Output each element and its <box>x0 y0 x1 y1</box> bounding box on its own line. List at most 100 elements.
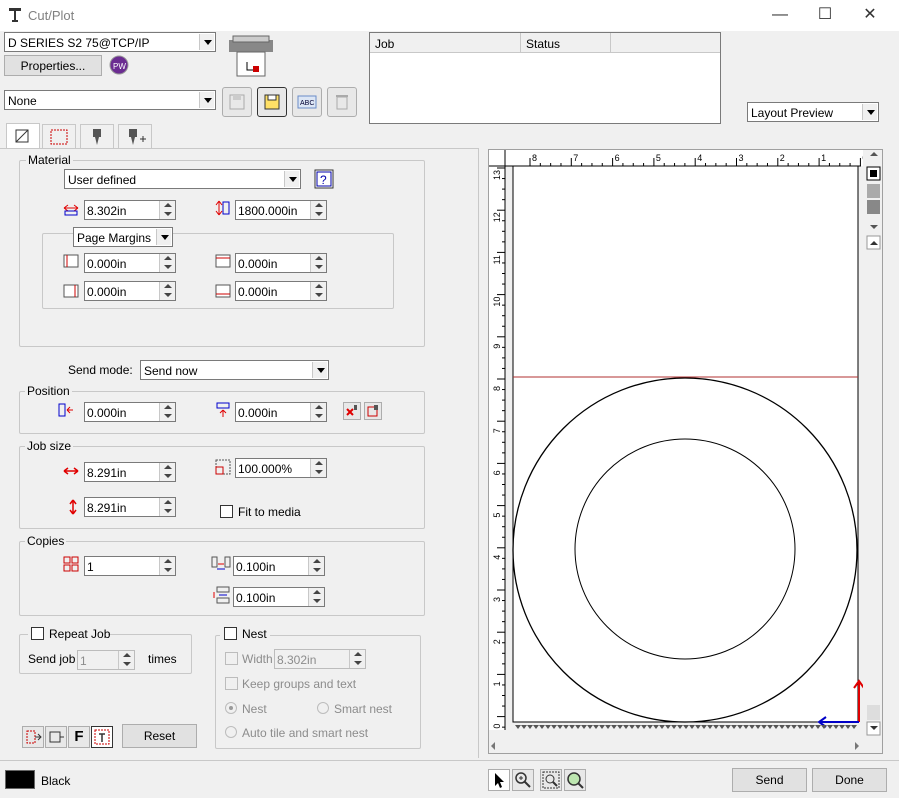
options-icon[interactable] <box>91 726 113 748</box>
tab-tool[interactable] <box>80 124 114 148</box>
maximize-button[interactable]: ☐ <box>803 4 847 26</box>
nest-width-input[interactable]: 8.302in <box>274 649 366 669</box>
material-label: Material <box>26 153 73 167</box>
job-width-input[interactable]: 8.291in <box>84 462 176 482</box>
production-manager-icon[interactable]: PW <box>109 55 129 75</box>
auto-tile-radio[interactable] <box>225 726 237 738</box>
spin-buttons[interactable] <box>310 254 326 272</box>
position-y-input[interactable]: 0.000in <box>235 402 327 422</box>
reset-button[interactable]: Reset <box>122 724 197 748</box>
nest-checkbox[interactable] <box>224 627 237 640</box>
column-header-job[interactable]: Job <box>375 37 394 51</box>
copies-input[interactable]: 1 <box>84 556 176 576</box>
material-help-icon[interactable]: ? <box>314 169 334 189</box>
spin-buttons[interactable] <box>310 403 326 421</box>
nest-radio[interactable] <box>225 702 237 714</box>
margin-right-value: 0.000in <box>87 285 127 299</box>
spin-buttons[interactable] <box>308 557 324 575</box>
smart-nest-radio[interactable] <box>317 702 329 714</box>
spin-buttons[interactable] <box>159 201 175 219</box>
spin-buttons[interactable] <box>159 498 175 516</box>
margin-right-input[interactable]: 0.000in <box>84 281 176 301</box>
device-select[interactable]: D SERIES S2 75@TCP/IP <box>4 32 216 52</box>
zoom-page-icon[interactable] <box>564 769 586 791</box>
zoom-in-icon[interactable] <box>512 769 534 791</box>
send-mode-select[interactable]: Send now <box>140 360 329 380</box>
save-as-icon[interactable] <box>257 87 287 117</box>
position-x-input[interactable]: 0.000in <box>84 402 176 422</box>
job-table[interactable]: Job Status <box>369 32 721 124</box>
feed-mark <box>659 725 665 729</box>
weed-border-icon[interactable] <box>22 726 44 748</box>
scale-value: 100.000% <box>238 462 293 476</box>
spin-buttons[interactable] <box>310 201 326 219</box>
copies-icon <box>62 555 80 573</box>
device-select-value: D SERIES S2 75@TCP/IP <box>8 36 150 50</box>
close-button[interactable]: ✕ <box>848 4 892 26</box>
margin-bottom-value: 0.000in <box>238 285 278 299</box>
feed-mark <box>737 725 743 729</box>
send-button[interactable]: Send <box>732 768 807 792</box>
spin-buttons[interactable] <box>159 282 175 300</box>
h-ruler-label: 7 <box>573 153 578 163</box>
repeat-job-checkbox[interactable] <box>31 627 44 640</box>
margins-select[interactable]: Page Margins <box>73 227 173 247</box>
column-header-status[interactable]: Status <box>526 37 560 51</box>
feed-mark <box>803 725 809 729</box>
media-width-input[interactable]: 8.302in <box>84 200 176 220</box>
delete-icon[interactable] <box>327 87 357 117</box>
spin-buttons[interactable] <box>118 651 134 669</box>
tab-general[interactable] <box>6 123 40 149</box>
tab-page[interactable] <box>42 124 76 148</box>
spin-buttons[interactable] <box>159 254 175 272</box>
v-ruler-label: 7 <box>492 428 502 433</box>
fit-to-media-checkbox[interactable] <box>220 505 233 518</box>
feed-mark <box>515 725 521 729</box>
v-ruler-label: 9 <box>492 344 502 349</box>
h-ruler-label: 5 <box>656 153 661 163</box>
margin-bottom-input[interactable]: 0.000in <box>235 281 327 301</box>
save-icon[interactable] <box>222 87 252 117</box>
tab-tool-advanced[interactable] <box>118 124 152 148</box>
spin-buttons[interactable] <box>310 459 326 477</box>
select-tool-icon[interactable] <box>488 769 510 791</box>
vertical-spacing-input[interactable]: 0.100in <box>233 587 325 607</box>
view-select[interactable]: Layout Preview <box>747 102 879 122</box>
done-button[interactable]: Done <box>812 768 887 792</box>
feed-mark <box>521 725 527 729</box>
job-height-value: 8.291in <box>87 501 127 515</box>
set-origin-icon[interactable] <box>364 402 382 420</box>
nest-width-checkbox[interactable] <box>225 652 238 665</box>
spin-buttons[interactable] <box>159 463 175 481</box>
feed-mark <box>575 725 581 729</box>
preset-select-value: None <box>8 94 37 108</box>
margin-left-input[interactable]: 0.000in <box>84 253 176 273</box>
zoom-fit-icon[interactable] <box>540 769 562 791</box>
position-y-icon <box>214 401 232 419</box>
spin-buttons[interactable] <box>308 588 324 606</box>
horizontal-spacing-input[interactable]: 0.100in <box>233 556 325 576</box>
scale-input[interactable]: 100.000% <box>235 458 327 478</box>
v-ruler-label: 11 <box>492 255 502 264</box>
rename-icon[interactable]: ABC <box>292 87 322 117</box>
feed-mark <box>647 725 653 729</box>
preset-select[interactable]: None <box>4 90 216 110</box>
tile-icon[interactable] <box>45 726 67 748</box>
spin-buttons[interactable] <box>159 557 175 575</box>
properties-button[interactable]: Properties... <box>4 55 102 76</box>
minimize-button[interactable]: — <box>758 4 802 26</box>
margin-top-input[interactable]: 0.000in <box>235 253 327 273</box>
job-height-input[interactable]: 8.291in <box>84 497 176 517</box>
media-length-input[interactable]: 1800.000in <box>235 200 327 220</box>
spin-buttons[interactable] <box>159 403 175 421</box>
feed-mark <box>551 725 557 729</box>
reset-position-icon[interactable] <box>343 402 361 420</box>
material-select[interactable]: User defined <box>64 169 301 189</box>
spin-buttons[interactable] <box>310 282 326 300</box>
repeat-count-input[interactable]: 1 <box>77 650 135 670</box>
layout-preview[interactable]: 876543210 131211109876543210 <box>488 149 883 754</box>
v-ruler-label: 2 <box>492 639 502 644</box>
keep-groups-checkbox[interactable] <box>225 677 238 690</box>
font-button[interactable]: F <box>68 726 90 748</box>
spin-buttons[interactable] <box>349 650 365 668</box>
